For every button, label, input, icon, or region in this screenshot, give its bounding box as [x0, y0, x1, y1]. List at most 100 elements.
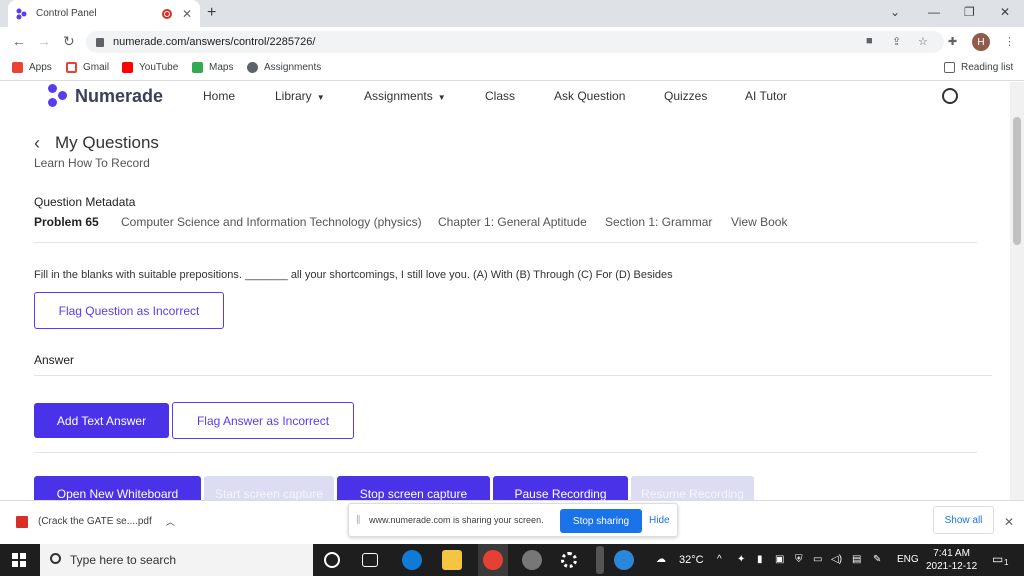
page-scrollbar[interactable]: [1010, 82, 1024, 500]
clock-time: 7:41 AM: [933, 548, 970, 559]
bookmark-youtube[interactable]: YouTube: [122, 62, 178, 73]
hide-button[interactable]: Hide: [649, 515, 670, 526]
close-download-bar-icon[interactable]: ✕: [1004, 515, 1014, 529]
bookmark-maps[interactable]: Maps: [192, 62, 233, 73]
caret-down-icon: ▼: [437, 93, 446, 102]
apps-grid-icon: [12, 62, 23, 73]
problem-number: Problem 65: [34, 215, 99, 229]
nav-quizzes[interactable]: Quizzes: [664, 89, 707, 103]
add-text-answer-button[interactable]: Add Text Answer: [34, 403, 169, 438]
flag-answer-button[interactable]: Flag Answer as Incorrect: [172, 402, 354, 439]
page-title: My Questions: [55, 133, 159, 152]
tab-search-icon[interactable]: ⌄: [890, 5, 900, 19]
start-screen-capture-button[interactable]: Start screen capture: [204, 476, 334, 500]
windows-taskbar: Type here to search ☁ 32°C ^ ✦ ▮ ▣ ⛨ ▭ ◁…: [0, 544, 1024, 576]
taskbar-search[interactable]: Type here to search: [40, 544, 313, 576]
bookmark-gmail[interactable]: Gmail: [66, 62, 109, 73]
security-icon[interactable]: ⛨: [795, 554, 803, 565]
divider: [34, 452, 977, 453]
chrome-icon[interactable]: [483, 550, 503, 570]
back-arrow-icon[interactable]: ←: [12, 33, 26, 49]
bookmarks-bar: Apps Gmail YouTube Maps Assignments Read…: [0, 57, 1024, 81]
page-subtitle: Learn How To Record: [34, 156, 150, 170]
nav-home[interactable]: Home: [203, 89, 235, 103]
notification-icon[interactable]: ▭: [992, 552, 1003, 566]
taskbar-scroll-icon[interactable]: [596, 546, 604, 574]
settings-gear-icon[interactable]: [561, 552, 577, 568]
task-view-icon[interactable]: [362, 553, 378, 567]
download-item[interactable]: (Crack the GATE se....pdf ︿: [16, 515, 175, 528]
subject: Computer Science and Information Technol…: [121, 215, 422, 229]
chevron-up-icon[interactable]: ︿: [166, 515, 175, 528]
view-book-link[interactable]: View Book: [731, 215, 787, 229]
profile-avatar[interactable]: H: [972, 33, 990, 51]
language-indicator[interactable]: ENG: [897, 554, 919, 565]
camera-icon[interactable]: ■: [866, 35, 873, 47]
help-icon[interactable]: [614, 550, 634, 570]
nav-ask-question[interactable]: Ask Question: [554, 89, 625, 103]
volume-icon[interactable]: ◁): [831, 554, 842, 565]
nav-library[interactable]: Library ▼: [275, 89, 325, 103]
pause-recording-button[interactable]: Pause Recording: [493, 476, 628, 500]
notification-count: 1: [1004, 558, 1009, 567]
url-text: numerade.com/answers/control/2285726/: [113, 36, 316, 48]
scrollbar-thumb[interactable]: [1013, 117, 1021, 245]
dropbox-icon[interactable]: ✦: [737, 554, 745, 565]
numerade-favicon-icon: [16, 8, 27, 19]
share-icon[interactable]: ⇪: [892, 35, 901, 48]
resume-recording-button[interactable]: Resume Recording: [631, 476, 754, 500]
search-icon: [50, 553, 61, 564]
network-icon[interactable]: ▤: [852, 554, 861, 565]
gmail-icon: [66, 62, 77, 73]
edge-icon[interactable]: [402, 550, 422, 570]
flag-question-button[interactable]: Flag Question as Incorrect: [34, 292, 224, 329]
open-whiteboard-button[interactable]: Open New Whiteboard: [34, 476, 201, 500]
stop-sharing-button[interactable]: Stop sharing: [560, 509, 642, 533]
temperature[interactable]: 32°C: [679, 554, 704, 566]
weather-cloud-icon[interactable]: ☁: [656, 554, 666, 565]
browser-tab[interactable]: Control Panel ✕: [8, 0, 200, 27]
nav-class[interactable]: Class: [485, 89, 515, 103]
menu-kebab-icon[interactable]: ⋮: [1004, 35, 1015, 48]
cortana-icon[interactable]: [324, 552, 340, 568]
windows-start-icon[interactable]: [12, 553, 26, 567]
window-close-button[interactable]: ✕: [1000, 5, 1010, 19]
minimize-button[interactable]: —: [928, 5, 940, 19]
reading-list-icon: [944, 62, 955, 73]
extensions-icon[interactable]: ✚: [948, 35, 957, 48]
reading-list[interactable]: Reading list: [944, 62, 1013, 73]
user-account-icon[interactable]: [942, 88, 958, 104]
bookmark-apps[interactable]: Apps: [12, 62, 52, 73]
show-hidden-icons-icon[interactable]: ^: [717, 554, 722, 565]
reload-icon[interactable]: ↻: [63, 33, 75, 50]
file-explorer-icon[interactable]: [442, 550, 462, 570]
new-tab-button[interactable]: +: [207, 4, 216, 22]
bookmark-star-icon[interactable]: ☆: [918, 35, 928, 48]
obs-icon[interactable]: [522, 550, 542, 570]
question-text: Fill in the blanks with suitable preposi…: [34, 269, 673, 281]
divider: [34, 242, 977, 243]
numerade-logo[interactable]: Numerade: [46, 84, 163, 108]
restore-button[interactable]: ❐: [964, 5, 975, 19]
bookmark-assignments[interactable]: Assignments: [247, 62, 321, 73]
microphone-icon[interactable]: ▮: [757, 554, 763, 565]
back-chevron-icon[interactable]: ‹: [34, 133, 40, 154]
browser-toolbar: ← → ↻ numerade.com/answers/control/22857…: [0, 27, 1024, 57]
nav-assignments[interactable]: Assignments ▼: [364, 89, 446, 103]
drag-handle-icon[interactable]: ∥: [356, 514, 361, 525]
nav-ai-tutor[interactable]: AI Tutor: [745, 89, 787, 103]
address-bar[interactable]: numerade.com/answers/control/2285726/: [86, 31, 944, 53]
display-icon[interactable]: ▣: [775, 554, 784, 565]
show-all-button[interactable]: Show all: [933, 506, 994, 534]
tab-strip: Control Panel ✕ + ⌄ — ❐ ✕: [0, 0, 1024, 27]
forward-arrow-icon[interactable]: →: [37, 33, 51, 49]
tab-close-icon[interactable]: ✕: [182, 7, 192, 21]
clock[interactable]: 7:41 AM 2021-12-12: [926, 547, 977, 573]
metadata-heading: Question Metadata: [34, 195, 136, 209]
page-content: Numerade Home Library ▼ Assignments ▼ Clas…: [0, 82, 1010, 500]
battery-icon[interactable]: ▭: [813, 554, 822, 565]
pen-icon[interactable]: ✎: [873, 554, 881, 565]
stop-screen-capture-button[interactable]: Stop screen capture: [337, 476, 490, 500]
divider: [34, 375, 992, 376]
share-message: www.numerade.com is sharing your screen.: [369, 515, 544, 525]
